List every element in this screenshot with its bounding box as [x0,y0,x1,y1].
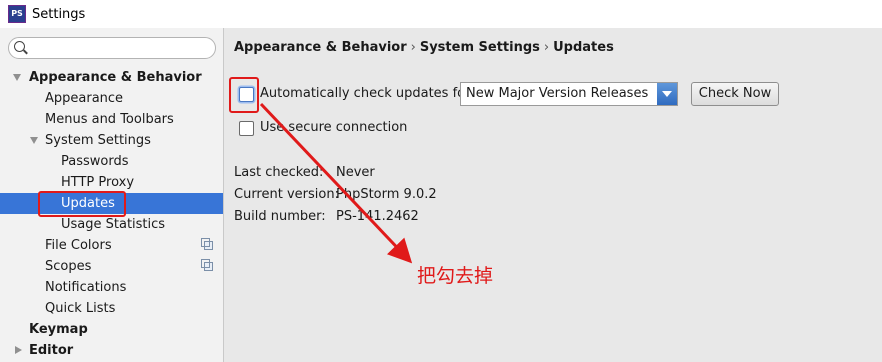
title-bar: PS Settings [0,0,882,28]
tree-item-appearance[interactable]: Appearance [0,88,223,109]
window-title: Settings [32,6,86,22]
tree-item-http-proxy[interactable]: HTTP Proxy [0,172,223,193]
tree-item-appearance-behavior[interactable]: Appearance & Behavior [0,67,223,88]
expand-arrow-icon[interactable] [13,74,21,81]
tree-item-usage-statistics[interactable]: Usage Statistics [0,214,223,235]
annotation-arrow-icon [259,102,413,264]
highlight-box-updates [38,191,126,217]
tree-item-editor[interactable]: Editor [0,340,223,361]
tree-item-system-settings[interactable]: System Settings [0,130,223,151]
expand-arrow-icon[interactable] [15,346,22,354]
tree-item-menus-toolbars[interactable]: Menus and Toolbars [0,109,223,130]
annotation-text: 把勾去掉 [417,265,494,287]
search-icon [14,41,25,52]
settings-search-input[interactable] [8,37,216,59]
project-settings-icon [201,238,213,250]
project-settings-icon [201,259,213,271]
phpstorm-app-icon: PS [8,5,26,23]
tree-item-file-colors[interactable]: File Colors [0,235,223,256]
settings-content: Appearance & Behavior › System Settings › Up… [224,28,882,362]
tree-item-keymap[interactable]: Keymap [0,319,223,340]
expand-arrow-icon[interactable] [30,137,38,144]
tree-item-scopes[interactable]: Scopes [0,256,223,277]
settings-sidebar: Appearance & Behavior Appearance Menus a… [0,28,224,362]
tree-item-notifications[interactable]: Notifications [0,277,223,298]
tree-item-passwords[interactable]: Passwords [0,151,223,172]
tree-item-quick-lists[interactable]: Quick Lists [0,298,223,319]
